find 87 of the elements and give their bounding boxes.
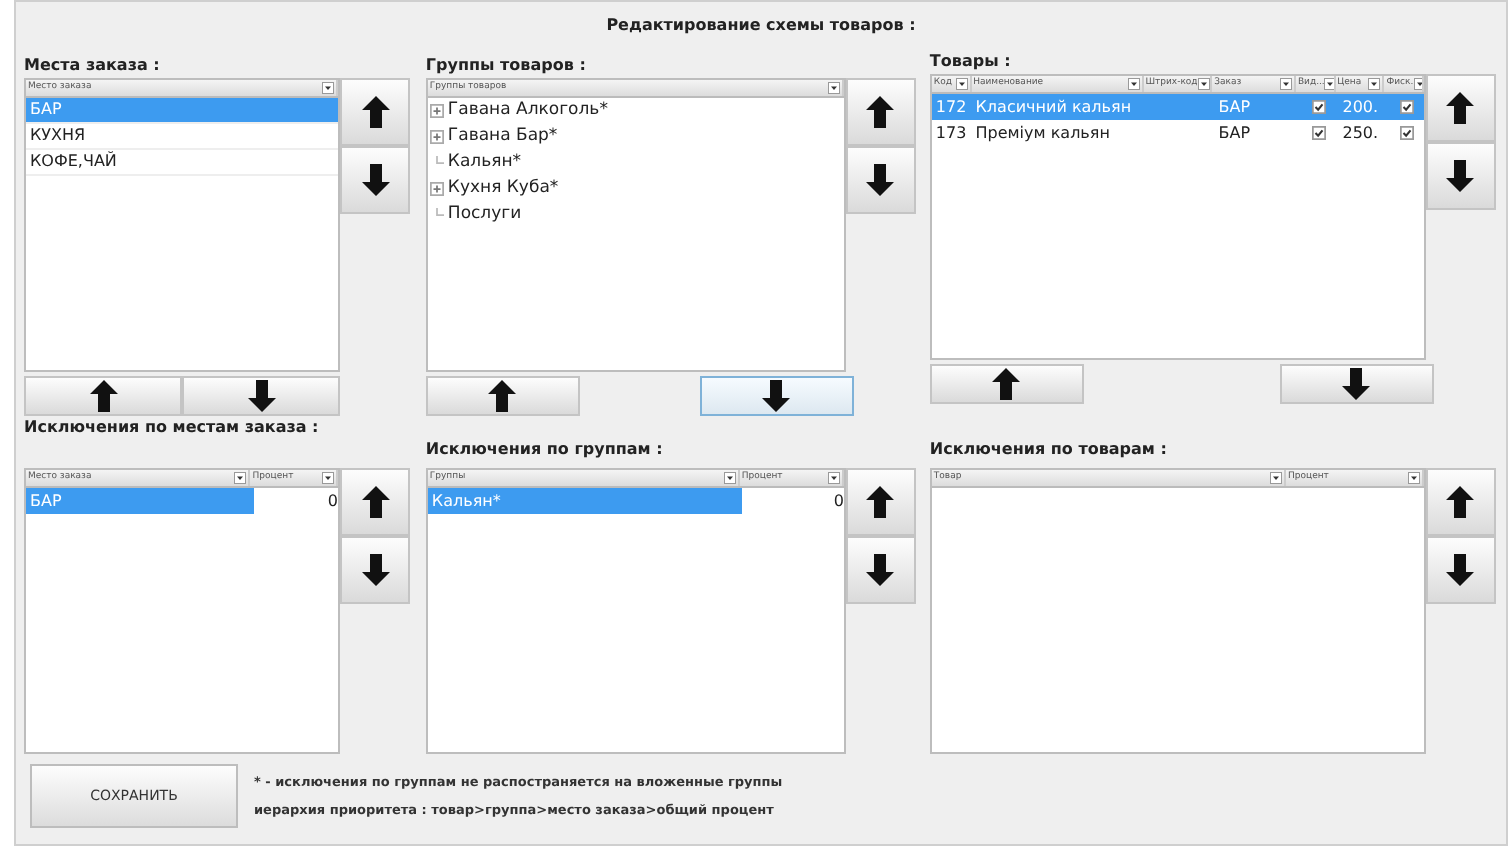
table-cell-text: Кальян* — [429, 489, 503, 513]
dropdown-icon[interactable] — [322, 472, 334, 484]
down-arrow-icon — [247, 380, 275, 412]
table-cell-text: 172 — [933, 95, 969, 119]
tree-item[interactable]: Гавана Алкоголь* — [447, 98, 608, 124]
down-arrow-icon — [762, 380, 791, 412]
table-cell-text: Преміум кальян — [973, 121, 1112, 146]
page-title: Редактирование схемы товаров : — [604, 14, 918, 38]
dropdown-icon[interactable] — [1324, 78, 1334, 90]
move-down-button[interactable] — [1425, 536, 1496, 604]
move-up-button[interactable] — [845, 78, 916, 146]
up-arrow-icon — [361, 96, 389, 128]
checkbox[interactable] — [1311, 100, 1326, 114]
up-arrow-icon — [1446, 486, 1475, 518]
table-row[interactable]: Кальян* 0 — [427, 488, 844, 514]
list-item[interactable]: КУХНЯ — [26, 124, 338, 150]
dropdown-icon[interactable] — [1413, 78, 1422, 90]
move-down-button[interactable] — [845, 146, 916, 214]
section-label: Товары : — [929, 50, 1013, 74]
dropdown-icon[interactable] — [827, 82, 840, 94]
dropdown-icon[interactable] — [955, 78, 968, 90]
dropdown-icon[interactable] — [1197, 78, 1210, 90]
checkbox[interactable] — [1400, 100, 1415, 114]
up-arrow-icon — [992, 368, 1021, 400]
move-up-button[interactable] — [340, 78, 410, 146]
move-down-button[interactable] — [1279, 364, 1434, 404]
tree-item[interactable]: Послуги — [447, 202, 522, 228]
up-arrow-icon — [866, 96, 895, 128]
move-down-button[interactable] — [1425, 142, 1496, 210]
table-cell-text: 173 — [933, 121, 969, 145]
down-arrow-icon — [866, 164, 895, 196]
move-up-button[interactable] — [1425, 74, 1496, 142]
down-arrow-icon — [361, 164, 389, 196]
up-arrow-icon — [89, 380, 117, 412]
section-label: Исключения по товарам : — [929, 438, 1169, 462]
tree-item[interactable]: Кухня Куба* — [447, 176, 559, 202]
table-cell: 0 — [253, 488, 338, 514]
down-arrow-icon — [866, 554, 895, 586]
expand-icon[interactable] — [429, 182, 444, 196]
table-cell-text: Класичний кальян — [973, 95, 1134, 119]
table-cell-text: 200. — [1340, 95, 1381, 119]
up-arrow-icon — [361, 486, 389, 518]
move-down-button[interactable] — [699, 376, 854, 416]
move-up-button[interactable] — [929, 364, 1084, 404]
expand-icon[interactable] — [429, 104, 444, 118]
table-cell-text: БАР — [1216, 121, 1253, 145]
section-label: Группы товаров : — [425, 54, 588, 78]
dropdown-icon[interactable] — [1270, 472, 1283, 484]
checkbox[interactable] — [1311, 126, 1326, 140]
dropdown-icon[interactable] — [1368, 78, 1381, 90]
up-arrow-icon — [1446, 92, 1475, 124]
table-cell: 0 — [742, 488, 844, 514]
dropdown-icon[interactable] — [1127, 78, 1140, 90]
move-down-button[interactable] — [340, 536, 410, 604]
dropdown-icon[interactable] — [1407, 472, 1420, 484]
move-up-button[interactable] — [425, 376, 580, 416]
dropdown-icon[interactable] — [723, 472, 736, 484]
move-up-button[interactable] — [1425, 468, 1496, 536]
down-arrow-icon — [361, 554, 389, 586]
up-arrow-icon — [488, 380, 517, 412]
dropdown-icon[interactable] — [827, 472, 840, 484]
move-down-button[interactable] — [845, 536, 916, 604]
down-arrow-icon — [1342, 368, 1371, 400]
move-up-button[interactable] — [845, 468, 916, 536]
move-up-button[interactable] — [24, 376, 182, 416]
move-down-button[interactable] — [340, 146, 410, 214]
dropdown-icon[interactable] — [1279, 78, 1292, 90]
section-label: Места заказа : — [24, 54, 162, 78]
section-label: Исключения по местам заказа : — [24, 416, 321, 440]
table-cell-text: 250. — [1340, 121, 1381, 145]
up-arrow-icon — [866, 486, 895, 518]
move-down-button[interactable] — [182, 376, 340, 416]
tree-item[interactable]: Гавана Бар* — [447, 124, 558, 150]
expand-icon[interactable] — [429, 130, 444, 144]
tree-item[interactable]: Кальян* — [447, 150, 522, 176]
table-cell-text: БАР — [1216, 95, 1253, 119]
table-row[interactable]: 173 Преміум кальян БАР 250. — [931, 120, 1424, 146]
dropdown-icon[interactable] — [322, 82, 334, 94]
list-item[interactable]: КОФЕ,ЧАЙ — [26, 150, 338, 176]
move-up-button[interactable] — [340, 468, 410, 536]
section-label: Исключения по группам : — [425, 438, 665, 462]
table-cell-text: БАР — [28, 489, 64, 513]
down-arrow-icon — [1446, 160, 1475, 192]
dropdown-icon[interactable] — [234, 472, 247, 484]
down-arrow-icon — [1446, 554, 1475, 586]
checkbox[interactable] — [1400, 126, 1415, 140]
table-row[interactable]: БАР 0 — [26, 488, 338, 514]
